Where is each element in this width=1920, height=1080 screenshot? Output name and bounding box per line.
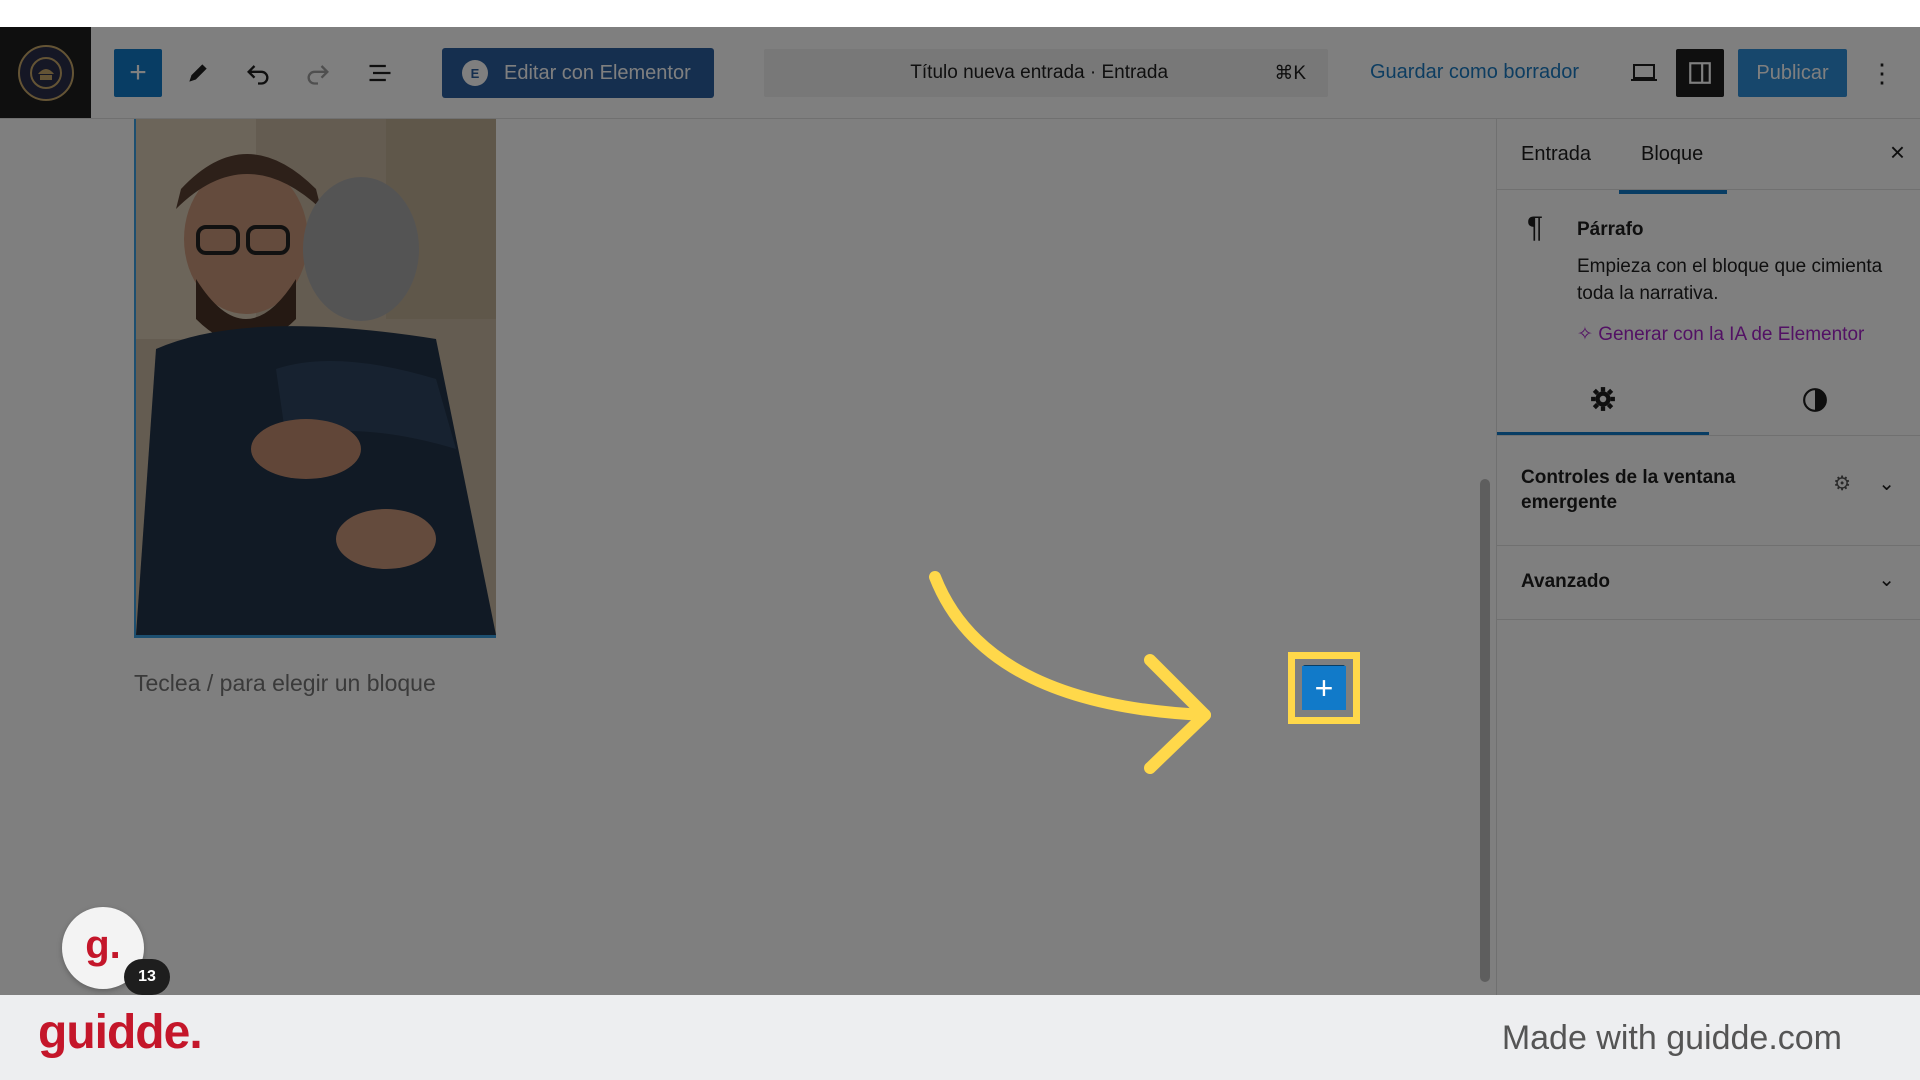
made-with-text: Made with guidde.com [1501,1019,1842,1057]
step-badge: 13 [124,959,170,995]
guidde-footer: guidde. Made with guidde.com [0,995,1920,1080]
tutorial-dim-overlay [0,27,1920,995]
highlighted-inserter-button[interactable]: + [1288,652,1360,724]
plus-icon: + [1302,666,1346,710]
editor-app: + E Editar con Elementor Título nueva en… [0,27,1920,995]
guidde-logo[interactable]: guidde. [38,1005,203,1060]
pointer-arrow-icon [929,571,1211,774]
top-strip [0,0,1920,27]
guidde-logo-icon: g. [85,922,121,967]
